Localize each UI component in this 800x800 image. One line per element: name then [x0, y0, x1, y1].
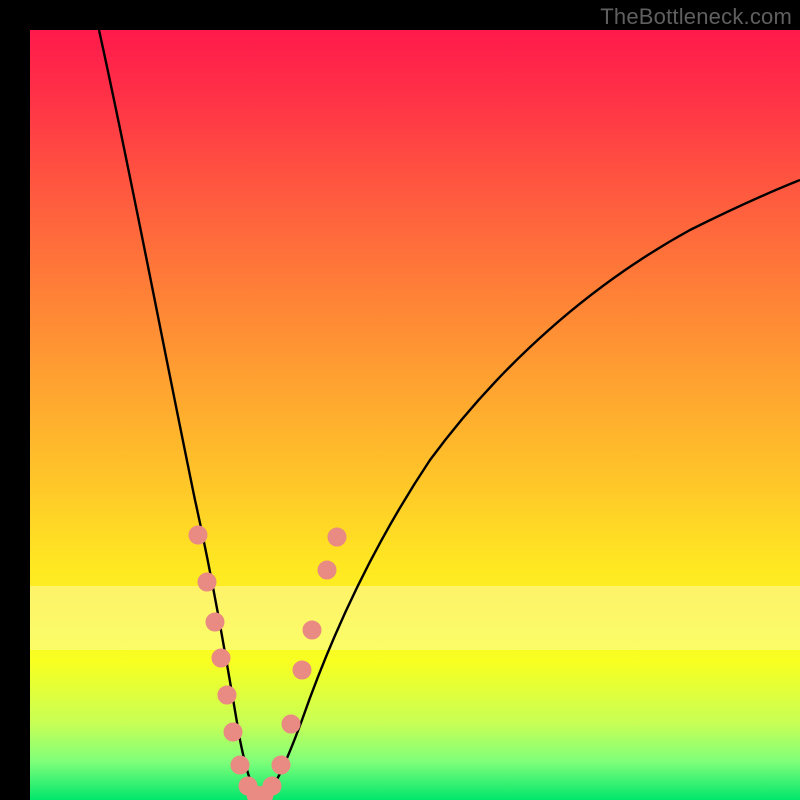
plot-area — [30, 30, 800, 800]
curve-left — [99, 30, 262, 798]
chart-frame: TheBottleneck.com — [0, 0, 800, 800]
watermark-text: TheBottleneck.com — [600, 4, 792, 30]
chart-svg — [30, 30, 800, 800]
curve-right — [262, 180, 800, 798]
